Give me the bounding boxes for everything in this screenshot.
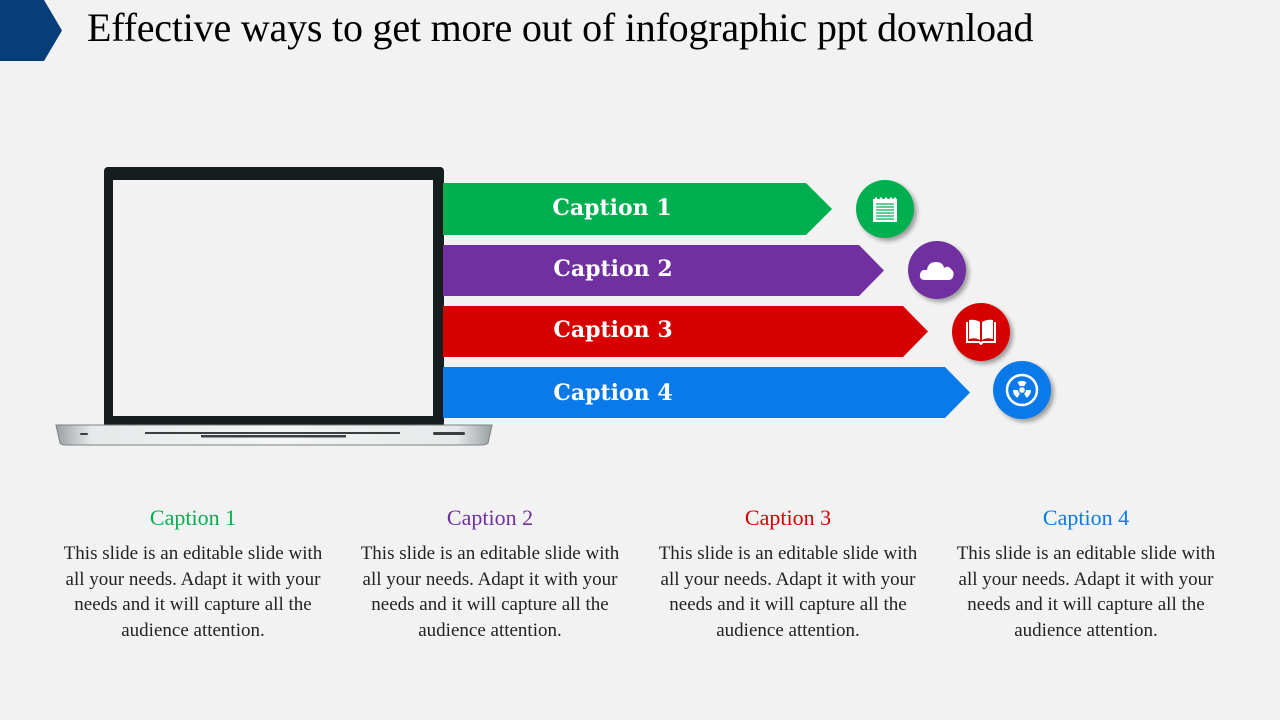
column-body: This slide is an editable slide with all… bbox=[658, 543, 918, 641]
arrow-label: Caption 4 bbox=[553, 380, 673, 406]
badge-caption-1 bbox=[856, 180, 914, 238]
arrow-label: Caption 2 bbox=[553, 256, 673, 282]
column-body: This slide is an editable slide with all… bbox=[956, 543, 1216, 641]
column-body: This slide is an editable slide with all… bbox=[63, 543, 323, 641]
column-body: This slide is an editable slide with all… bbox=[360, 543, 620, 641]
column-title: Caption 1 bbox=[149, 505, 237, 530]
caption-column-1: Caption 1 This slide is an editable slid… bbox=[63, 505, 323, 643]
cloud-icon bbox=[919, 262, 954, 280]
notepad-icon bbox=[873, 197, 897, 222]
column-title: Caption 3 bbox=[744, 505, 832, 530]
caption-column-2: Caption 2 This slide is an editable slid… bbox=[360, 505, 620, 643]
laptop-illustration bbox=[55, 167, 493, 446]
caption-column-4: Caption 4 This slide is an editable slid… bbox=[956, 505, 1216, 643]
arrow-label: Caption 3 bbox=[553, 317, 673, 343]
arrow-label: Caption 1 bbox=[552, 195, 672, 221]
column-title: Caption 2 bbox=[446, 505, 534, 530]
column-title: Caption 4 bbox=[1042, 505, 1130, 530]
caption-column-3: Caption 3 This slide is an editable slid… bbox=[658, 505, 918, 643]
open-book-icon bbox=[966, 319, 996, 345]
page-title: Effective ways to get more out of infogr… bbox=[87, 5, 1034, 50]
badge-caption-2 bbox=[908, 241, 966, 299]
badge-caption-4 bbox=[993, 361, 1051, 419]
radiation-icon bbox=[1005, 373, 1039, 407]
laptop-screen bbox=[113, 180, 433, 416]
badge-caption-3 bbox=[952, 303, 1010, 361]
title-tab-chevron bbox=[0, 0, 62, 61]
